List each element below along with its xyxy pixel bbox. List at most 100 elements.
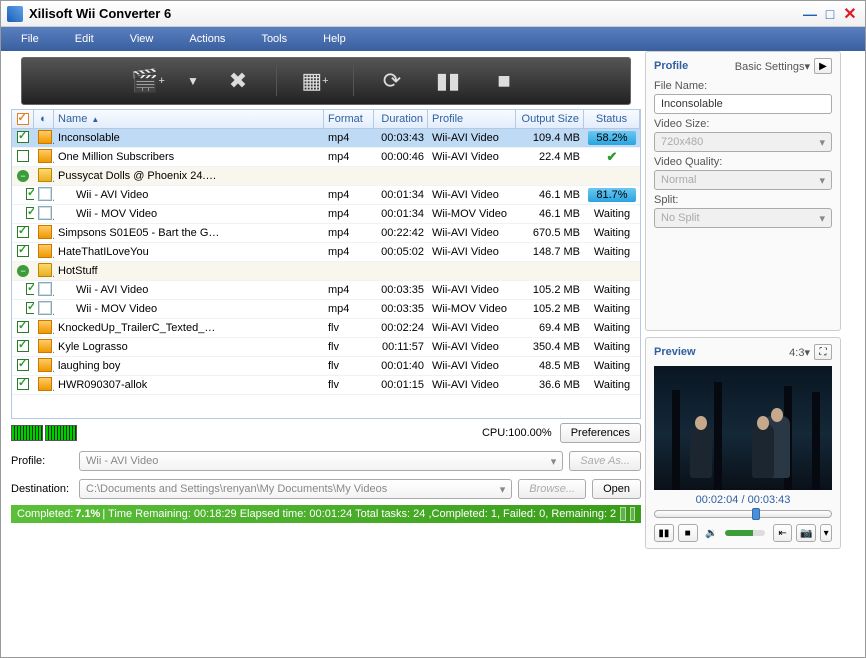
table-row[interactable]: One Million Subscribersmp400:00:46Wii-AV… [12, 148, 640, 167]
menu-actions[interactable]: Actions [177, 29, 249, 49]
file-name-input[interactable]: Inconsolable [654, 94, 832, 114]
row-checkbox[interactable] [17, 359, 29, 371]
row-checkbox[interactable] [26, 188, 34, 200]
table-row[interactable]: KnockedUp_TrailerC_Texted_…flv00:02:24Wi… [12, 319, 640, 338]
type-column[interactable]: ◐ [34, 110, 54, 128]
add-profile-button[interactable]: ▦+ [297, 63, 333, 99]
table-row[interactable]: HateThatILoveYoump400:05:02Wii-AVI Video… [12, 243, 640, 262]
duration-column[interactable]: Duration [374, 110, 428, 128]
table-row[interactable]: laughing boyflv00:01:40Wii-AVI Video48.5… [12, 357, 640, 376]
stop-preview-button[interactable]: ■ [678, 524, 698, 542]
prev-frame-button[interactable]: ⇤ [773, 524, 793, 542]
size-column[interactable]: Output Size [516, 110, 584, 128]
profile-icon [38, 187, 52, 201]
status-icon[interactable] [620, 507, 625, 521]
preferences-button[interactable]: Preferences [560, 423, 641, 443]
split-combo[interactable]: No Split [654, 208, 832, 228]
video-size-combo[interactable]: 720x480 [654, 132, 832, 152]
status-icon[interactable] [630, 507, 635, 521]
table-row[interactable]: Inconsolablemp400:03:43Wii-AVI Video109.… [12, 129, 640, 148]
play-pause-button[interactable]: ▮▮ [654, 524, 674, 542]
row-checkbox[interactable] [17, 340, 29, 352]
preview-panel: Preview 4:3▾ ⛶ 00:02:04 / 00:03:43 ▮▮ ■ … [645, 337, 841, 549]
sort-asc-icon: ▲ [91, 115, 99, 124]
convert-button[interactable]: ⟳ [374, 63, 410, 99]
row-checkbox[interactable] [17, 150, 29, 162]
fullscreen-button[interactable]: ⛶ [814, 344, 832, 360]
preview-video[interactable] [654, 366, 832, 490]
check-all[interactable] [12, 110, 34, 128]
row-duration: 00:01:34 [374, 208, 428, 220]
row-duration: 00:03:35 [374, 303, 428, 315]
maximize-button[interactable]: □ [821, 6, 839, 22]
seek-bar[interactable] [654, 510, 832, 518]
file-name-label: File Name: [654, 80, 832, 92]
row-checkbox[interactable] [26, 302, 34, 314]
open-button[interactable]: Open [592, 479, 641, 499]
file-list[interactable]: Inconsolablemp400:03:43Wii-AVI Video109.… [11, 129, 641, 419]
profile-column[interactable]: Profile [428, 110, 516, 128]
menu-help[interactable]: Help [311, 29, 370, 49]
row-name: Wii - AVI Video [54, 284, 324, 296]
row-profile: Wii-AVI Video [428, 246, 516, 258]
row-profile: Wii-AVI Video [428, 322, 516, 334]
row-checkbox[interactable] [26, 207, 34, 219]
table-row[interactable]: Simpsons S01E05 - Bart the G…mp400:22:42… [12, 224, 640, 243]
volume-icon[interactable]: 🔉 [702, 524, 722, 542]
save-as-button[interactable]: Save As... [569, 451, 641, 471]
menu-view[interactable]: View [118, 29, 178, 49]
row-checkbox[interactable] [26, 283, 34, 295]
destination-combo[interactable]: C:\Documents and Settings\renyan\My Docu… [79, 479, 512, 499]
row-name: Inconsolable [54, 132, 324, 144]
row-format: mp4 [324, 303, 374, 315]
browse-button[interactable]: Browse... [518, 479, 586, 499]
remove-button[interactable]: ✖ [220, 63, 256, 99]
status-column[interactable]: Status [584, 110, 640, 128]
row-checkbox[interactable] [17, 226, 29, 238]
stop-button[interactable]: ■ [486, 63, 522, 99]
snapshot-button[interactable]: 📷 [796, 524, 816, 542]
minimize-button[interactable]: — [801, 6, 819, 22]
expand-panel-button[interactable]: ▶ [814, 58, 832, 74]
collapse-icon[interactable]: − [17, 170, 29, 182]
row-profile: Wii-MOV Video [428, 303, 516, 315]
table-row[interactable]: Wii - AVI Videomp400:03:35Wii-AVI Video1… [12, 281, 640, 300]
snapshot-menu-button[interactable]: ▾ [820, 524, 832, 542]
pause-button[interactable]: ▮▮ [430, 63, 466, 99]
menubar: File Edit View Actions Tools Help [1, 27, 865, 51]
row-checkbox[interactable] [17, 245, 29, 257]
profile-combo[interactable]: Wii - AVI Video [79, 451, 563, 471]
collapse-icon[interactable]: − [17, 265, 29, 277]
row-checkbox[interactable] [17, 131, 29, 143]
row-format: mp4 [324, 189, 374, 201]
row-name: KnockedUp_TrailerC_Texted_… [54, 322, 324, 334]
row-profile: Wii-AVI Video [428, 284, 516, 296]
table-row[interactable]: −HotStuff [12, 262, 640, 281]
table-row[interactable]: HWR090307-allokflv00:01:15Wii-AVI Video3… [12, 376, 640, 395]
seek-handle[interactable] [752, 508, 760, 520]
format-column[interactable]: Format [324, 110, 374, 128]
row-profile: Wii-AVI Video [428, 360, 516, 372]
aspect-ratio-link[interactable]: 4:3▾ [789, 346, 810, 359]
row-checkbox[interactable] [17, 321, 29, 333]
name-column[interactable]: Name▲ [54, 110, 324, 128]
basic-settings-link[interactable]: Basic Settings▾ [735, 60, 810, 73]
close-button[interactable]: ✕ [841, 6, 859, 22]
table-row[interactable]: Wii - AVI Videomp400:01:34Wii-AVI Video4… [12, 186, 640, 205]
volume-slider[interactable] [725, 530, 764, 536]
dropdown-arrow-icon[interactable]: ▼ [186, 63, 200, 99]
table-row[interactable]: −Pussycat Dolls @ Phoenix 24.… [12, 167, 640, 186]
row-checkbox[interactable] [17, 378, 29, 390]
row-size: 48.5 MB [516, 360, 584, 372]
table-row[interactable]: Wii - MOV Videomp400:01:34Wii-MOV Video4… [12, 205, 640, 224]
status-completed-pct: 7.1% [75, 508, 100, 520]
menu-tools[interactable]: Tools [249, 29, 311, 49]
menu-edit[interactable]: Edit [63, 29, 118, 49]
row-status: Waiting [584, 246, 640, 258]
menu-file[interactable]: File [9, 29, 63, 49]
table-row[interactable]: Wii - MOV Videomp400:03:35Wii-MOV Video1… [12, 300, 640, 319]
add-file-button[interactable]: 🎬+ [130, 63, 166, 99]
table-row[interactable]: Kyle Lograssoflv00:11:57Wii-AVI Video350… [12, 338, 640, 357]
row-format: flv [324, 360, 374, 372]
video-quality-combo[interactable]: Normal [654, 170, 832, 190]
